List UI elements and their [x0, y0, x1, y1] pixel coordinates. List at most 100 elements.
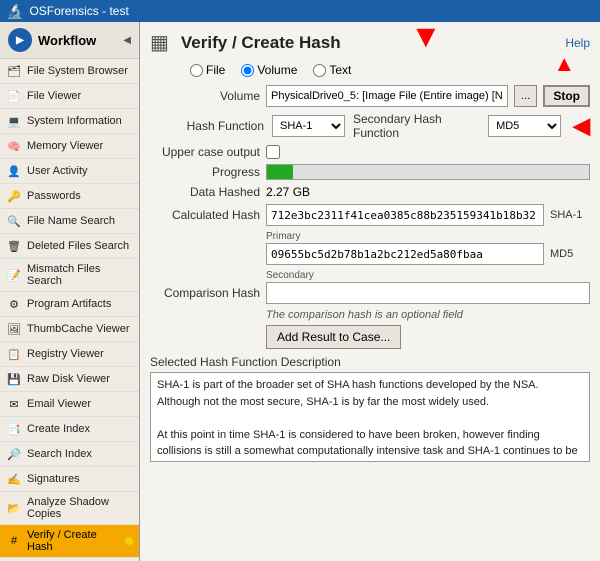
optional-note: The comparison hash is an optional field	[150, 309, 590, 321]
title-bar-label: OSForensics - test	[29, 4, 128, 18]
calculated-hash-row: Calculated Hash SHA-1	[150, 204, 590, 226]
volume-row: Volume ... Stop ▲	[150, 85, 590, 107]
main-layout: ▶ Workflow ◀ 🗂 File System Browser 📄 Fil…	[0, 22, 600, 561]
stop-button[interactable]: Stop	[543, 85, 590, 107]
sidebar-item-search-index[interactable]: 🔎 Search Index	[0, 442, 139, 467]
title-bar: 🔬 OSForensics - test	[0, 0, 600, 22]
file-system-browser-icon: 🗂	[6, 63, 22, 79]
comparison-hash-label: Comparison Hash	[150, 286, 260, 300]
sidebar-item-email-viewer[interactable]: ✉ Email Viewer	[0, 392, 139, 417]
active-dot	[125, 537, 133, 545]
primary-hash-tag: SHA-1	[550, 209, 590, 221]
radio-file-input[interactable]	[190, 64, 203, 77]
file-name-search-icon: 🔍	[6, 213, 22, 229]
progress-label: Progress	[150, 165, 260, 179]
user-activity-icon: 👤	[6, 163, 22, 179]
arrow-down-indicator: ▼	[410, 22, 442, 52]
secondary-hash-label: Secondary Hash Function	[353, 112, 480, 140]
calculated-hash-primary-input[interactable]	[266, 204, 544, 226]
arrow-left-indicator: ◀	[573, 115, 590, 137]
sidebar-item-label: Search Index	[27, 448, 92, 460]
sidebar-item-deleted-files-search[interactable]: 🗑 Deleted Files Search	[0, 234, 139, 259]
sidebar-item-label: User Activity	[27, 165, 88, 177]
upper-case-row: Upper case output	[150, 145, 590, 159]
sidebar-item-thumbcache-viewer[interactable]: 🖼 ThumbCache Viewer	[0, 317, 139, 342]
data-hashed-value: 2.27 GB	[266, 185, 310, 199]
sidebar-item-raw-disk-viewer[interactable]: 💾 Raw Disk Viewer	[0, 367, 139, 392]
sidebar-item-label: File Viewer	[27, 90, 81, 102]
sidebar-item-label: Analyze Shadow Copies	[27, 496, 133, 520]
sidebar-item-mismatch-files-search[interactable]: 📝 Mismatch Files Search	[0, 259, 139, 292]
workflow-title: Workflow	[38, 33, 96, 48]
sidebar-item-user-activity[interactable]: 👤 User Activity	[0, 159, 139, 184]
sidebar-item-passwords[interactable]: 🔑 Passwords	[0, 184, 139, 209]
description-label: Selected Hash Function Description	[150, 355, 590, 369]
add-result-button[interactable]: Add Result to Case...	[266, 325, 401, 349]
upper-case-checkbox[interactable]	[266, 145, 280, 159]
sidebar-item-program-artifacts[interactable]: ⚙ Program Artifacts	[0, 292, 139, 317]
registry-viewer-icon: 📋	[6, 346, 22, 362]
radio-text[interactable]: Text	[313, 63, 351, 77]
description-section: Selected Hash Function Description SHA-1…	[150, 355, 590, 462]
sidebar-item-signatures[interactable]: ✍ Signatures	[0, 467, 139, 492]
secondary-hash-tag: MD5	[550, 248, 590, 260]
sidebar-item-verify-create-hash[interactable]: # Verify / Create Hash	[0, 525, 139, 558]
upper-case-label: Upper case output	[150, 145, 260, 159]
calculated-hash-secondary-input[interactable]	[266, 243, 544, 265]
signatures-icon: ✍	[6, 471, 22, 487]
file-viewer-icon: 📄	[6, 88, 22, 104]
program-artifacts-icon: ⚙	[6, 296, 22, 312]
barcode-icon: ▦	[150, 30, 169, 55]
sidebar-item-file-name-search[interactable]: 🔍 File Name Search	[0, 209, 139, 234]
sidebar-item-create-index[interactable]: 📑 Create Index	[0, 417, 139, 442]
volume-input[interactable]	[266, 85, 508, 107]
volume-label: Volume	[150, 89, 260, 103]
radio-text-input[interactable]	[313, 64, 326, 77]
deleted-files-search-icon: 🗑	[6, 238, 22, 254]
sidebar-item-registry-viewer[interactable]: 📋 Registry Viewer	[0, 342, 139, 367]
workflow-icon: ▶	[8, 28, 32, 52]
help-link[interactable]: Help	[565, 36, 590, 50]
primary-sub-label: Primary	[150, 231, 590, 242]
radio-file[interactable]: File	[190, 63, 225, 77]
verify-create-hash-icon: #	[6, 533, 22, 549]
workflow-header[interactable]: ▶ Workflow ◀	[0, 22, 139, 59]
hash-function-row: Hash Function SHA-1 MD5 SHA-256 Secondar…	[150, 112, 590, 140]
email-viewer-icon: ✉	[6, 396, 22, 412]
progress-row: Progress	[150, 164, 590, 180]
page-header: ▦ Verify / Create Hash ▼ Help	[150, 30, 590, 55]
sidebar-item-memory-viewer[interactable]: 🧠 Memory Viewer	[0, 134, 139, 159]
sidebar-item-label: Signatures	[27, 473, 80, 485]
radio-volume[interactable]: Volume	[241, 63, 297, 77]
hash-function-select[interactable]: SHA-1 MD5 SHA-256	[272, 115, 345, 137]
sidebar-item-label: Email Viewer	[27, 398, 91, 410]
progress-bar-fill	[267, 165, 293, 179]
radio-volume-input[interactable]	[241, 64, 254, 77]
create-index-icon: 📑	[6, 421, 22, 437]
memory-viewer-icon: 🧠	[6, 138, 22, 154]
sidebar-item-label: ThumbCache Viewer	[27, 323, 130, 335]
sidebar-item-label: System Information	[27, 115, 122, 127]
volume-browse-button[interactable]: ...	[514, 85, 537, 107]
passwords-icon: 🔑	[6, 188, 22, 204]
page-title-row: ▦ Verify / Create Hash	[150, 30, 341, 55]
description-box: SHA-1 is part of the broader set of SHA …	[150, 372, 590, 462]
system-information-icon: 💻	[6, 113, 22, 129]
calculated-hash-secondary-row: MD5	[150, 243, 590, 265]
progress-bar-container	[266, 164, 590, 180]
comparison-hash-input[interactable]	[266, 282, 590, 304]
sidebar-item-file-system-browser[interactable]: 🗂 File System Browser	[0, 59, 139, 84]
secondary-hash-select[interactable]: MD5 SHA-1 SHA-256	[488, 115, 561, 137]
collapse-arrow-icon: ◀	[123, 35, 131, 46]
sidebar-item-file-viewer[interactable]: 📄 File Viewer	[0, 84, 139, 109]
raw-disk-viewer-icon: 💾	[6, 371, 22, 387]
secondary-sub-label: Secondary	[150, 270, 590, 281]
thumbcache-viewer-icon: 🖼	[6, 321, 22, 337]
sidebar-item-label: Passwords	[27, 190, 81, 202]
sidebar-item-analyze-shadow-copies[interactable]: 📂 Analyze Shadow Copies	[0, 492, 139, 525]
sidebar-item-label: Raw Disk Viewer	[27, 373, 110, 385]
sidebar-item-label: File System Browser	[27, 65, 128, 77]
radio-row: File Volume Text	[150, 63, 590, 77]
data-hashed-row: Data Hashed 2.27 GB	[150, 185, 590, 199]
sidebar-item-system-information[interactable]: 💻 System Information	[0, 109, 139, 134]
